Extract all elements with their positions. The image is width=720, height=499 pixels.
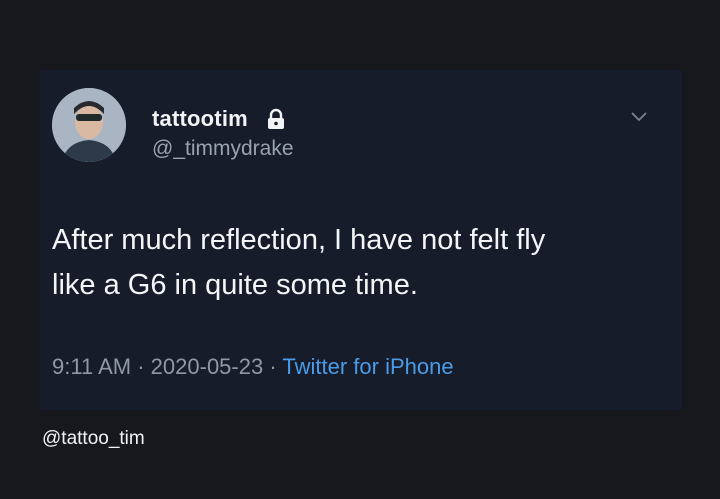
avatar[interactable] <box>52 88 126 162</box>
tweet-source[interactable]: Twitter for iPhone <box>282 354 453 379</box>
tweet-text-line: like a G6 in quite some time. <box>52 269 418 301</box>
meta-separator: · <box>269 354 277 379</box>
meta-separator: · <box>137 354 145 379</box>
avatar-image <box>52 88 126 162</box>
watermark: @tattoo_tim <box>42 428 145 449</box>
lock-icon <box>266 108 286 135</box>
handle[interactable]: @_timmydrake <box>152 137 294 161</box>
tweet-time[interactable]: 9:11 AM <box>52 354 131 379</box>
tweet-card[interactable]: tattootim @_timmydrake After much reflec… <box>40 70 682 410</box>
tweet-date[interactable]: 2020-05-23 <box>151 354 264 379</box>
tweet-meta: 9:11 AM · 2020-05-23 · Twitter for iPhon… <box>52 354 454 380</box>
chevron-down-icon[interactable] <box>630 110 648 128</box>
display-name[interactable]: tattootim <box>152 106 248 132</box>
tweet-text: After much reflection, I have not felt f… <box>52 218 662 308</box>
tweet-text-line: After much reflection, I have not felt f… <box>52 224 546 256</box>
